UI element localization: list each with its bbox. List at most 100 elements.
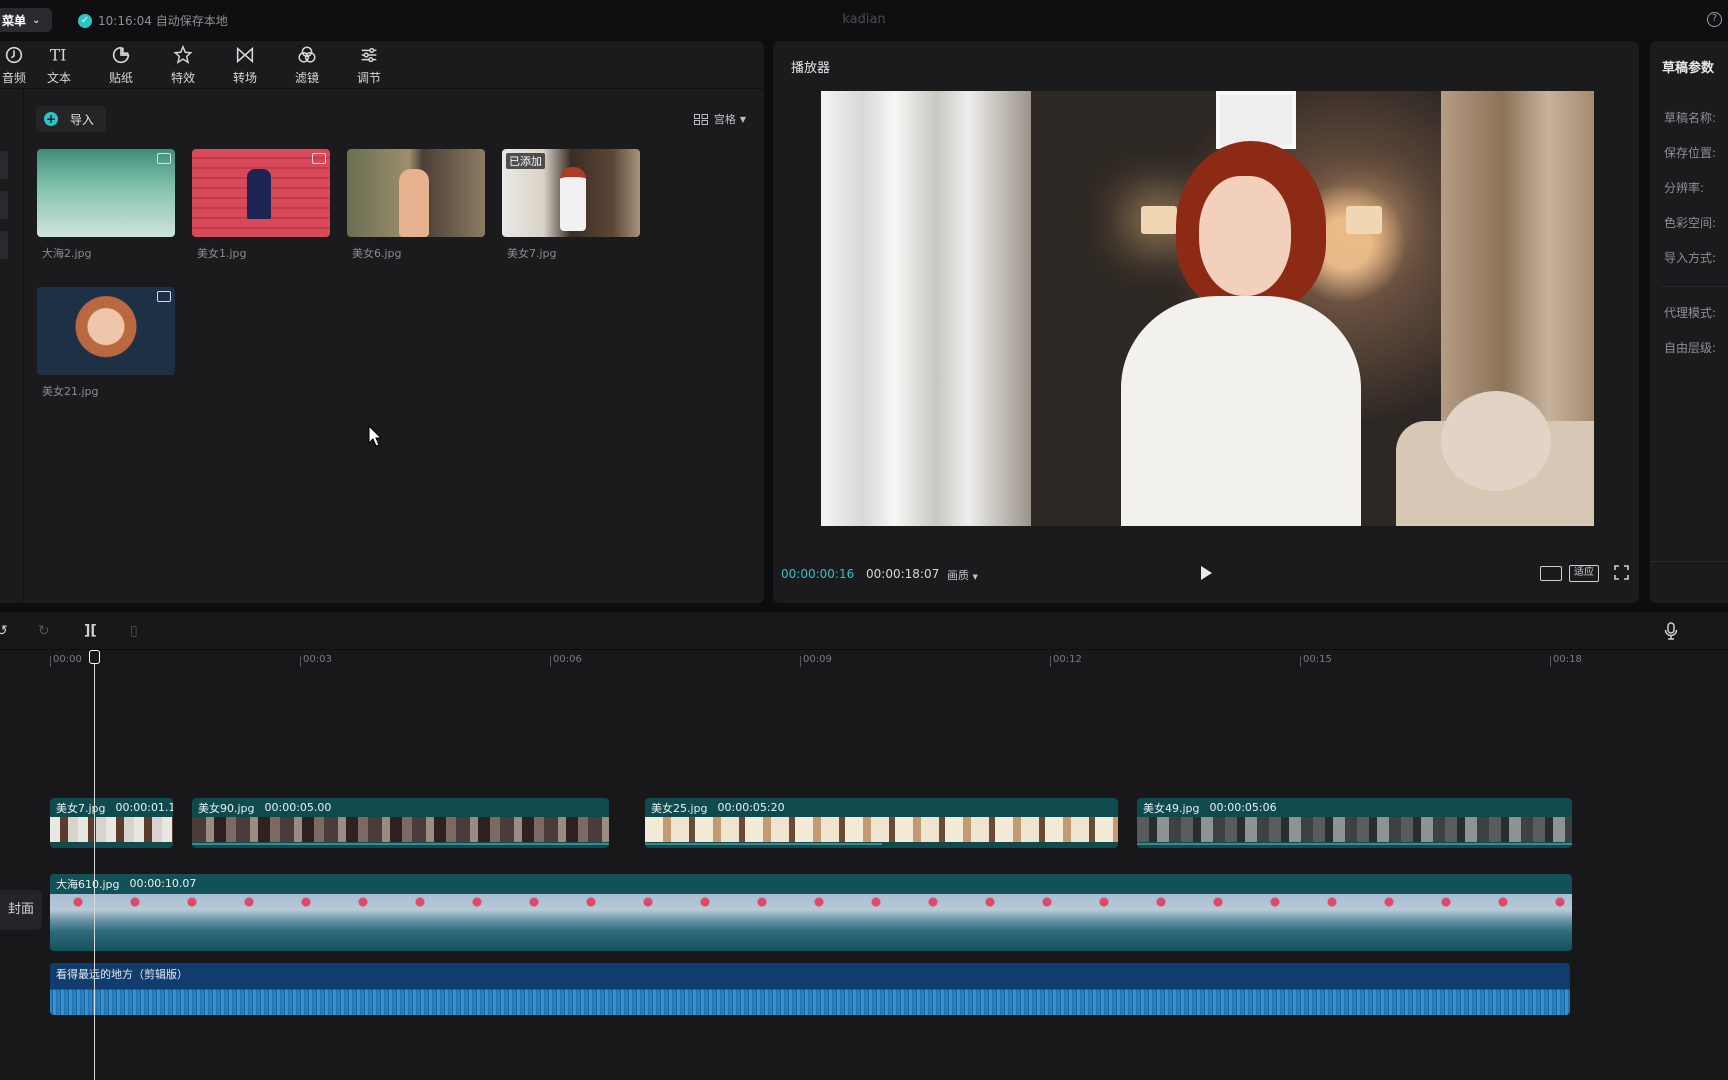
transition-icon [236,46,254,64]
microphone-icon[interactable] [1664,622,1678,640]
draft-params-panel: 草稿参数 草稿名称: 保存位置: 分辨率: 色彩空间: 导入方式: 代理模式: … [1650,41,1728,603]
timeline-panel: ↺ ↻ ][ ▯ 00:00 00:03 00:06 00:09 00:12 0… [0,612,1728,1080]
main-track-clip[interactable]: 大海610.jpg 00:00:10.07 [50,874,1572,951]
toolbar-label: 文本 [46,71,71,85]
adjust-icon [361,47,377,63]
clip-header: 美女49.jpg 00:00:05:06 [1137,798,1572,817]
clip-header: 美女7.jpg 00:00:01.1 [50,798,173,817]
ruler-label: 00:15 [1303,654,1332,665]
toolbar-label: 特效 [170,71,195,85]
playhead-handle[interactable] [89,650,100,664]
media-item[interactable] [192,149,330,237]
toolbar-transition[interactable]: 转场 [214,41,276,89]
fullscreen-icon[interactable] [1614,565,1629,580]
overlay-clip[interactable]: 美女7.jpg 00:00:01.1 [50,798,173,848]
audio-clip-name: 看得最远的地方（剪辑版） [56,968,188,981]
toolbar-adjust[interactable]: 调节 [338,41,400,89]
lamp-right [1346,206,1382,234]
plus-icon: + [44,112,58,126]
overlay-clip[interactable]: 美女49.jpg 00:00:05:06 [1137,798,1572,848]
added-badge: 已添加 [506,153,545,169]
clip-thumbnails [50,817,173,842]
ruler-tick [300,656,301,667]
image-icon [312,153,326,164]
video-preview[interactable] [821,91,1594,526]
rail-tab[interactable] [0,191,8,219]
clip-progress-line [1137,843,1572,845]
clip-duration: 00:00:01.1 [115,801,173,814]
ruler-label: 00:00 [53,654,82,665]
lamp-left [1141,206,1177,234]
media-item[interactable] [37,149,175,237]
toolbar-text[interactable]: TI 文本 [28,41,90,89]
sticker-icon [112,46,130,64]
ruler-tick [1300,656,1301,667]
import-label: 导入 [70,112,95,127]
delete-icon[interactable]: ▯ [130,623,138,639]
clip-duration: 00:00:05:06 [1209,801,1277,814]
total-time: 00:00:18:07 [866,567,940,581]
person-dress [1121,296,1361,526]
ruler-tick [550,656,551,667]
import-button[interactable]: + 导入 [36,106,107,132]
cover-button[interactable]: 封面 [0,890,42,930]
playhead-line [94,660,95,1080]
clip-thumbnails [192,817,609,842]
media-item[interactable]: 已添加 [502,149,640,237]
toolbar-label: 转场 [232,71,257,85]
param-color-space: 色彩空间: [1664,216,1717,230]
rail-tab[interactable] [0,231,8,259]
portrait-thumbnail [37,287,175,375]
ruler-label: 00:06 [553,654,582,665]
ruler-label: 00:03 [303,654,332,665]
redo-icon[interactable]: ↻ [38,623,50,639]
teddy-bear [1441,391,1551,491]
clip-thumbnails [1137,817,1572,842]
audio-track-clip[interactable]: 看得最远的地方（剪辑版） [50,963,1570,1015]
waveform-icon[interactable] [1540,566,1562,581]
current-time: 00:00:00:16 [781,567,855,581]
media-item-name: 大海2.jpg [42,247,92,260]
fit-ratio-button[interactable]: 适应 [1569,565,1599,582]
play-icon[interactable] [1201,566,1212,580]
ruler-label: 00:18 [1553,654,1582,665]
help-icon[interactable]: ? [1707,12,1722,27]
rail-tab[interactable] [0,151,8,179]
divider [1650,561,1728,562]
toolbar-effects[interactable]: 特效 [152,41,214,89]
view-mode-dropdown[interactable]: 宫格 ▼ [693,111,746,127]
toolbar-label: 音频 [1,71,26,85]
overlay-clip[interactable]: 美女90.jpg 00:00:05.00 [192,798,609,848]
clip-name: 美女90.jpg [198,801,255,815]
toolbar-sticker[interactable]: 贴纸 [90,41,152,89]
ruler-tick [1550,656,1551,667]
toolbar-filter[interactable]: 滤镜 [276,41,338,89]
media-item-name: 美女6.jpg [352,247,402,260]
param-resolution: 分辨率: [1664,181,1705,195]
clip-duration: 00:00:05:20 [717,801,785,814]
person-face [1199,176,1291,296]
ruler-label: 00:12 [1053,654,1082,665]
media-item[interactable] [347,149,485,237]
clip-progress-line [192,843,609,845]
split-icon[interactable]: ][ [84,623,97,639]
player-panel: 播放器 00:00:00:16 00:00:18:07 画质 ▼ 适应 [773,41,1639,603]
toolbar-audio[interactable]: 音频 [0,41,28,89]
clip-duration: 00:00:10.07 [129,877,197,890]
ruler-label: 00:09 [803,654,832,665]
media-item[interactable] [37,287,175,375]
image-icon [157,291,171,302]
app-title: kadian [842,12,886,27]
clip-header: 大海610.jpg 00:00:10.07 [50,874,1572,893]
undo-icon[interactable]: ↺ [0,623,8,639]
caret-down-icon: ▼ [972,573,978,581]
asset-toolbar: 音频 TI 文本 贴纸 特效 转场 滤镜 调节 [0,41,764,89]
audio-icon [5,46,23,64]
quality-dropdown[interactable]: 画质 ▼ [947,567,978,583]
time-ruler[interactable]: 00:00 00:03 00:06 00:09 00:12 00:15 00:1… [0,650,1728,672]
param-free-layer: 自由层级: [1664,341,1717,355]
filter-icon [298,46,316,63]
clip-duration: 00:00:05.00 [264,801,332,814]
overlay-clip[interactable]: 美女25.jpg 00:00:05:20 [645,798,1118,848]
effects-icon [173,44,193,64]
